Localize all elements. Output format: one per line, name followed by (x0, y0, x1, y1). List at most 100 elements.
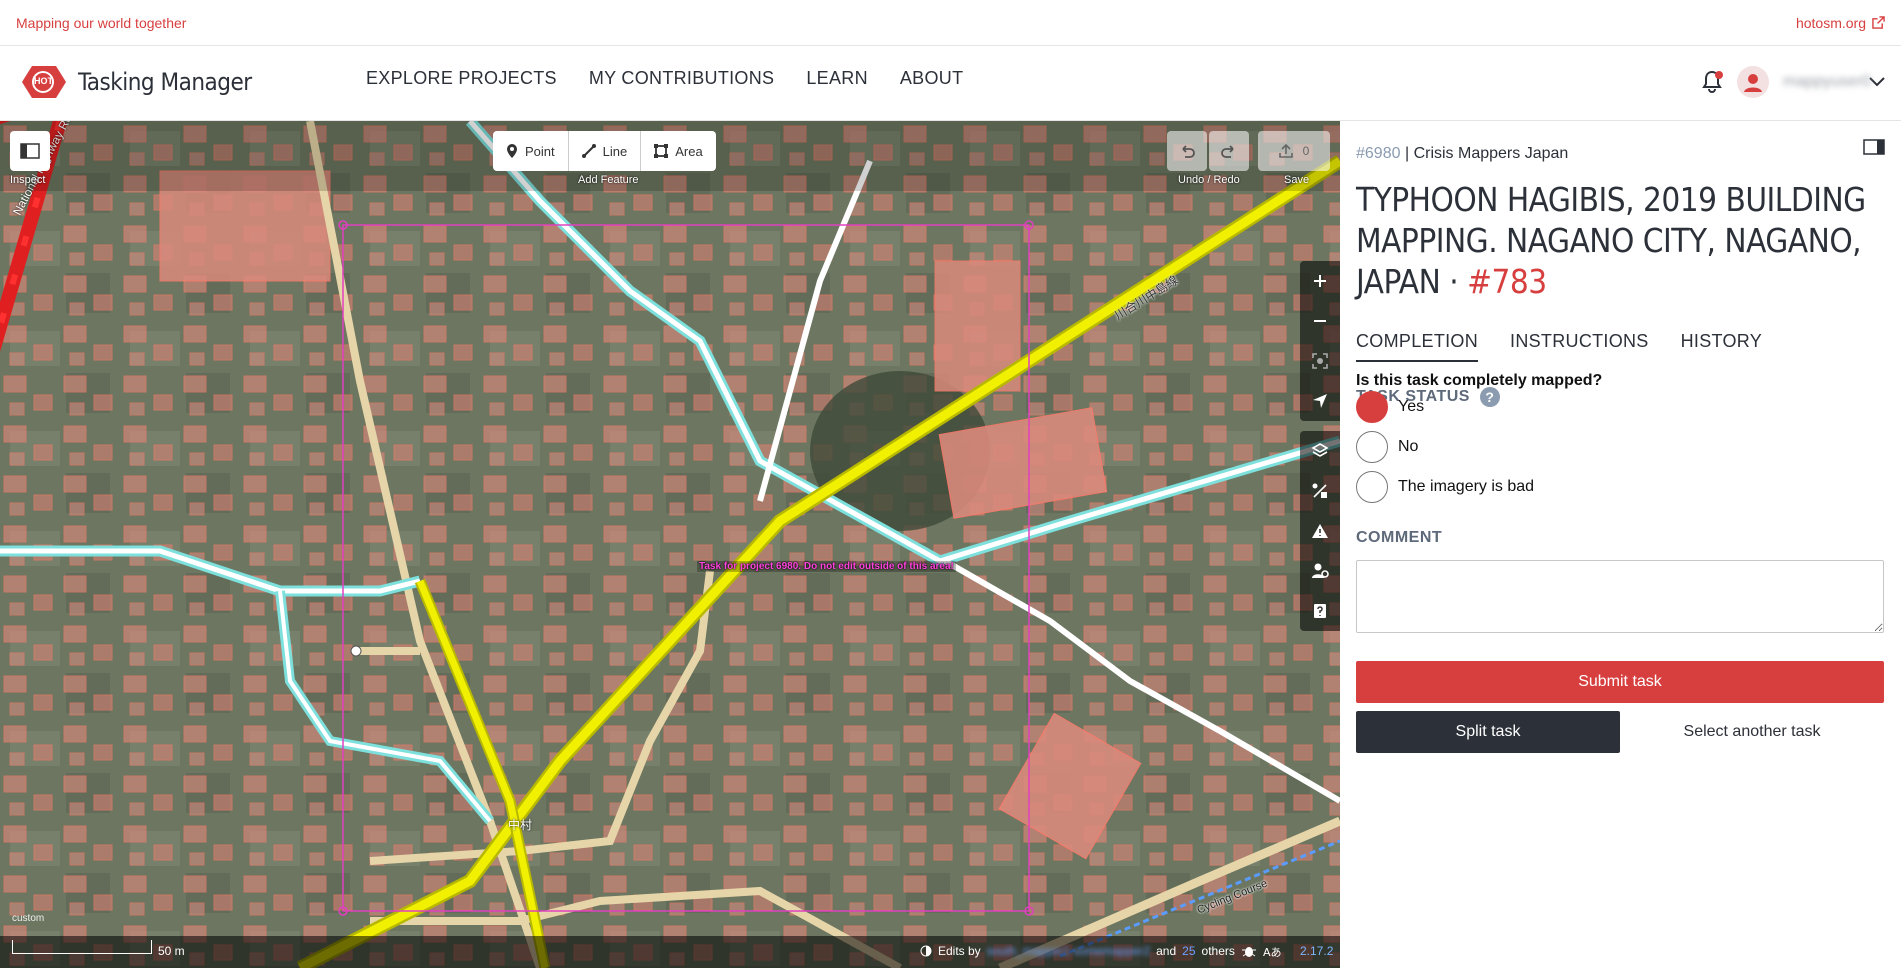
help-icon[interactable]: ? (1479, 387, 1500, 407)
tab-completion[interactable]: COMPLETION (1356, 331, 1479, 362)
nav-menu: EXPLORE PROJECTS MY CONTRIBUTIONS LEARN … (366, 68, 963, 89)
area-icon (654, 144, 669, 158)
help-book-icon (1314, 604, 1326, 618)
username[interactable]: mappyuser0 (1783, 73, 1871, 91)
add-feature-label: Add Feature (578, 174, 639, 186)
external-link-icon (1872, 16, 1885, 29)
hotosm-link[interactable]: hotosm.org (1796, 15, 1885, 31)
option-no-label: No (1398, 438, 1419, 455)
zoom-to-selection-button[interactable] (1300, 341, 1340, 381)
add-feature-group: Point Line Area (493, 131, 716, 171)
user-avatar[interactable] (1737, 66, 1769, 98)
preferences-button[interactable] (1300, 551, 1340, 591)
panel-controls (1300, 431, 1340, 631)
app-name: Tasking Manager (78, 68, 252, 96)
edits-others: others (1201, 944, 1235, 958)
radio-yes[interactable] (1356, 391, 1388, 423)
add-point-label: Point (525, 143, 555, 159)
undo-icon (1182, 145, 1195, 158)
tab-history[interactable]: HISTORY (1681, 331, 1762, 362)
history-icon (920, 945, 932, 957)
zoom-out-button[interactable] (1300, 301, 1340, 341)
edits-others-count[interactable]: 25 (1182, 944, 1195, 958)
save-count: 0 (1302, 144, 1310, 158)
add-line-button[interactable]: Line (569, 131, 642, 171)
radio-yes-row[interactable]: Yes (1356, 391, 1424, 423)
comment-textarea[interactable] (1356, 560, 1884, 633)
split-task-button[interactable]: Split task (1356, 711, 1620, 753)
plus-icon (1314, 275, 1326, 287)
add-point-button[interactable]: Point (493, 131, 569, 171)
logo[interactable]: HOT Tasking Manager (16, 62, 252, 102)
zoom-in-button[interactable] (1300, 261, 1340, 301)
map-data-button[interactable] (1300, 471, 1340, 511)
sidebar-toggle-icon (20, 143, 40, 159)
submit-task-button[interactable]: Submit task (1356, 661, 1884, 703)
option-yes-label: Yes (1398, 398, 1425, 415)
map-editor[interactable]: National Highway Route 18 川合川中島線 Cycling… (0, 121, 1340, 968)
undo-redo-label: Undo / Redo (1178, 174, 1240, 186)
radio-no[interactable] (1356, 431, 1388, 463)
select-another-task-button[interactable]: Select another task (1620, 711, 1884, 753)
notifications-bell-icon[interactable] (1701, 69, 1723, 95)
location-arrow-icon (1313, 394, 1327, 408)
main-nav: HOT Tasking Manager EXPLORE PROJECTS MY … (0, 46, 1901, 121)
nav-explore-projects[interactable]: EXPLORE PROJECTS (366, 68, 557, 89)
title-dot: · (1449, 262, 1459, 301)
radio-bad-imagery-row[interactable]: The imagery is bad (1356, 471, 1534, 503)
undo-redo-group (1167, 131, 1249, 171)
top-strip: Mapping our world together hotosm.org (0, 0, 1901, 46)
edits-attribution: Edits by south_mapper1 somemapper2 and 2… (920, 944, 1281, 958)
map-canvas[interactable] (0, 121, 1340, 968)
project-title-text: Typhoon Hagibis, 2019 Building Mapping. … (1356, 180, 1866, 301)
project-id[interactable]: #6980 (1356, 145, 1401, 162)
comment-label: COMMENT (1356, 529, 1443, 546)
warning-icon (1312, 524, 1328, 538)
radio-bad-imagery[interactable] (1356, 471, 1388, 503)
language-icon[interactable]: Aあ (1263, 944, 1281, 958)
geolocate-button[interactable] (1300, 381, 1340, 421)
nav-about[interactable]: ABOUT (900, 68, 964, 89)
zoom-controls (1300, 261, 1340, 421)
organisation-name: Crisis Mappers Japan (1413, 145, 1569, 162)
project-separator: | (1404, 145, 1410, 162)
inspect-label: Inspect (10, 174, 46, 186)
bug-icon[interactable] (1241, 944, 1257, 958)
editor-footer: 50 m Edits by south_mapper1 somemapper2 … (0, 936, 1340, 968)
nav-learn[interactable]: LEARN (806, 68, 868, 89)
tab-instructions[interactable]: INSTRUCTIONS (1510, 331, 1649, 362)
radio-no-row[interactable]: No (1356, 431, 1418, 463)
layers-icon (1311, 443, 1329, 457)
map-data-icon (1312, 483, 1327, 498)
issues-button[interactable] (1300, 511, 1340, 551)
imagery-attribution: custom (12, 913, 45, 924)
collapse-panel-icon[interactable] (1863, 139, 1885, 155)
inspect-button[interactable] (10, 131, 50, 171)
redo-button[interactable] (1209, 131, 1249, 171)
undo-button[interactable] (1167, 131, 1207, 171)
editor-version[interactable]: 2.17.2 (1300, 944, 1333, 958)
minus-icon (1314, 320, 1326, 322)
add-line-label: Line (602, 143, 628, 159)
tagline: Mapping our world together (16, 14, 187, 31)
add-area-label: Area (675, 143, 703, 159)
edits-and: and (1156, 944, 1177, 958)
project-title: Typhoon Hagibis, 2019 Building Mapping. … (1356, 179, 1876, 302)
frame-icon (1312, 353, 1328, 369)
task-panel: #6980 | Crisis Mappers Japan Typhoon Hag… (1340, 121, 1901, 968)
panel-tabs: COMPLETION INSTRUCTIONS HISTORY (1356, 331, 1762, 362)
nav-my-contributions[interactable]: MY CONTRIBUTIONS (589, 68, 774, 89)
add-area-button[interactable]: Area (641, 131, 715, 171)
comment-heading: COMMENT (1356, 529, 1442, 547)
edits-users[interactable]: south_mapper1 somemapper2 (987, 944, 1150, 958)
svg-text:Aあ: Aあ (1263, 946, 1281, 958)
hot-logo-icon: HOT (16, 62, 70, 102)
help-button[interactable] (1300, 591, 1340, 631)
scale-bar[interactable] (12, 940, 152, 954)
edits-prefix: Edits by (938, 944, 981, 958)
point-icon (507, 144, 517, 158)
task-boundary-warning: Task for project 6980. Do not edit outsi… (697, 561, 956, 572)
chevron-down-icon[interactable] (1869, 77, 1885, 87)
save-button[interactable]: 0 (1258, 131, 1330, 171)
background-button[interactable] (1300, 431, 1340, 471)
